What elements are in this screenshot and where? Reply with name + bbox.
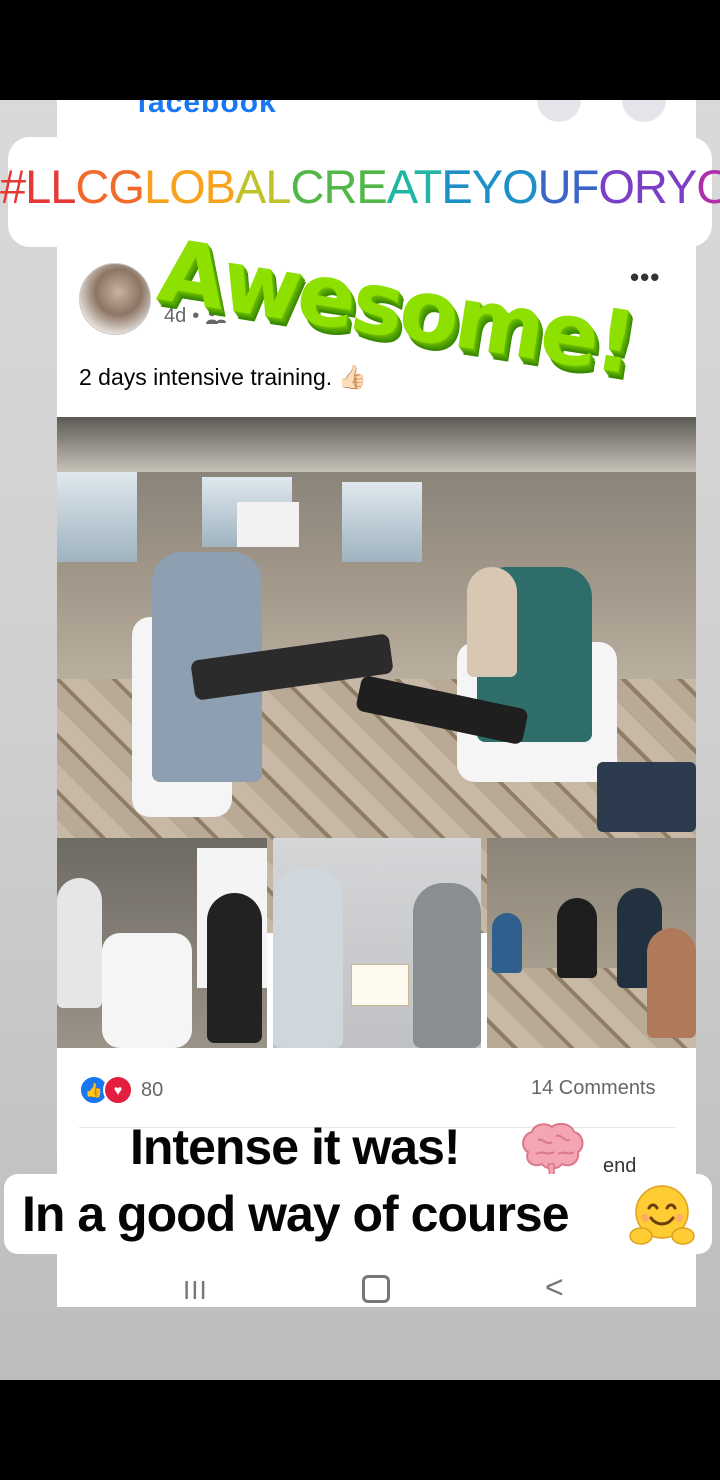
- recent-apps-button[interactable]: III: [183, 1275, 208, 1306]
- laptop: [597, 762, 696, 832]
- hashtag-text: #LLCGLOBALCREATEYOUFORYOU: [0, 160, 720, 213]
- more-options-icon[interactable]: •••: [630, 262, 660, 293]
- search-icon[interactable]: [537, 100, 581, 122]
- navigation-bar: III <: [57, 1235, 696, 1307]
- certificate: [351, 964, 409, 1006]
- window: [342, 482, 422, 562]
- person: [557, 898, 597, 978]
- woman: [467, 567, 517, 677]
- thumbnail-photo-1[interactable]: [57, 838, 267, 1048]
- flipchart: [237, 502, 299, 547]
- post-caption: 2 days intensive training. 👍🏻: [79, 364, 367, 391]
- man-presenting-certificate: [413, 883, 481, 1048]
- chair: [102, 933, 192, 1048]
- person: [207, 893, 262, 1043]
- love-icon: ♥: [103, 1075, 133, 1105]
- reaction-count: 80: [141, 1078, 164, 1101]
- comments-count[interactable]: 14 Comments: [531, 1077, 656, 1100]
- facebook-logo: facebook: [137, 100, 277, 119]
- person: [647, 928, 696, 1038]
- reactions-summary[interactable]: 👍 ♥ 80: [79, 1075, 163, 1105]
- man-holding-certificate: [273, 868, 343, 1048]
- thumbnail-photo-2[interactable]: [273, 838, 481, 1048]
- window: [57, 472, 137, 562]
- person: [57, 878, 102, 1008]
- thumbnail-photo-3[interactable]: [487, 838, 696, 1048]
- person: [492, 913, 522, 973]
- overlay-line-1: Intense it was!: [130, 1119, 461, 1175]
- thumbs-up-icon: 👍🏻: [338, 364, 367, 390]
- home-button[interactable]: [362, 1275, 390, 1303]
- back-button[interactable]: <: [545, 1269, 564, 1306]
- caption-text: 2 days intensive training.: [79, 364, 333, 390]
- ceiling: [57, 417, 696, 472]
- story-background: facebook #LLCGLOBALCREATEYOUFORYOU 4d • …: [0, 100, 720, 1380]
- avatar[interactable]: [79, 263, 151, 335]
- brain-icon: [522, 1122, 584, 1177]
- messenger-icon[interactable]: [622, 100, 666, 122]
